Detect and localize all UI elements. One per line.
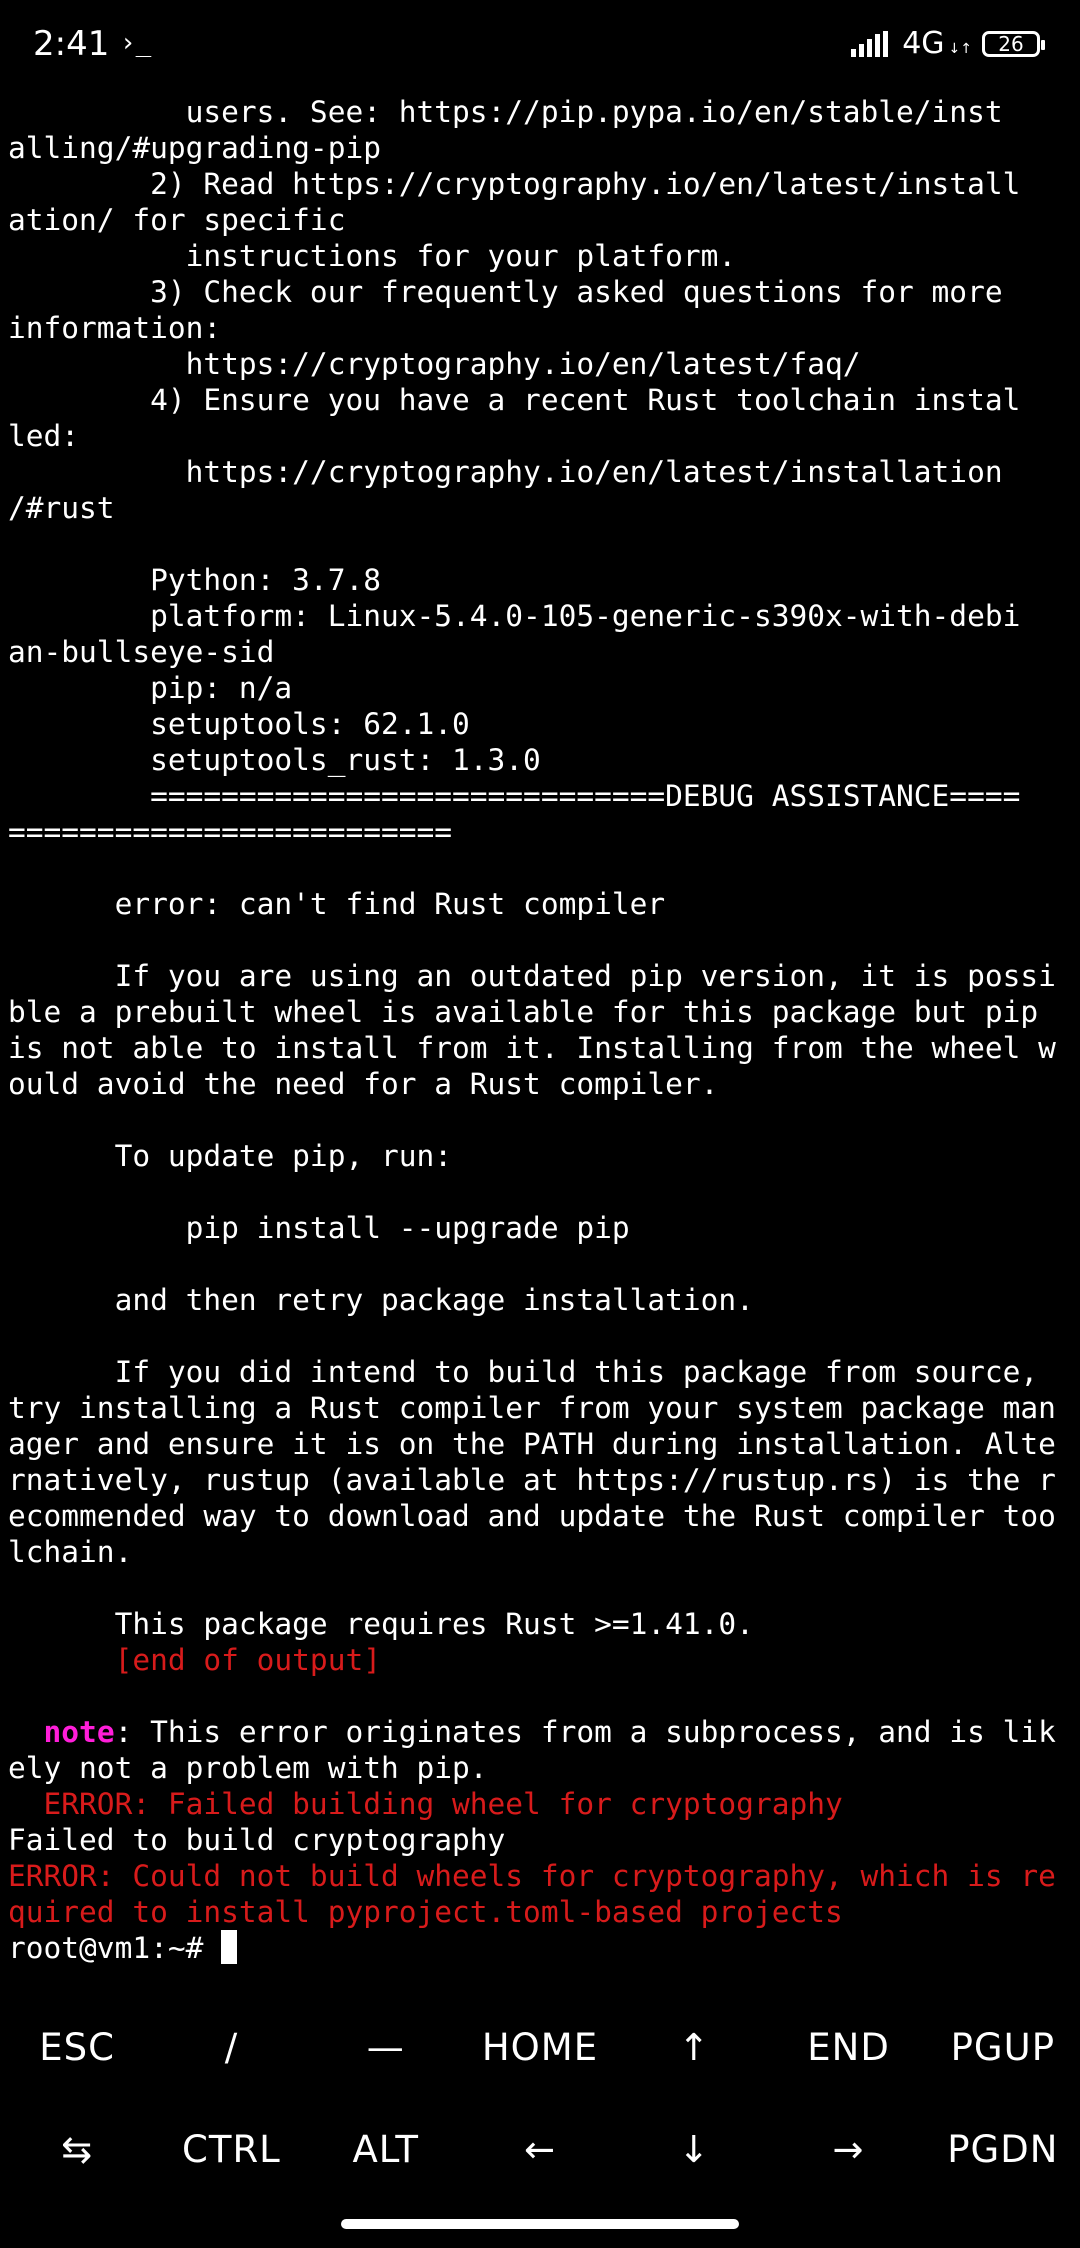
key-alt-button[interactable]: ALT [309,2098,463,2200]
terminal-line: Failed to build cryptography [8,1823,506,1857]
terminal-line: note: This error originates from a subpr… [8,1714,1074,1750]
extra-keys-row-2: ⇆ CTRL ALT ← ↓ → PGDN [0,2098,1080,2200]
note-label: note [43,1715,115,1749]
terminal-line: =============================DEBUG ASSIS… [8,779,1021,813]
terminal-line: This package requires Rust >=1.41.0. [8,1607,754,1641]
terminal-line: ERROR: Could not build wheels for crypto… [8,1859,1056,1893]
terminal-line: information: [8,311,222,345]
home-gesture-bar[interactable] [341,2219,739,2229]
signal-strength-icon [851,30,889,57]
network-type-label: 4G [902,26,945,61]
terminal-line: To update pip, run: [8,1139,453,1173]
terminal-notification-icon: ›_ [120,28,152,58]
terminal-line: is not able to install from it. Installi… [8,1031,1056,1065]
terminal-line: ========================= [8,815,453,849]
terminal-line: platform: Linux-5.4.0-105-generic-s390x-… [8,599,1021,633]
terminal-output[interactable]: users. See: https://pip.pypa.io/en/stabl… [8,94,1074,1966]
key-pgdn-button[interactable]: PGDN [926,2098,1080,2200]
battery-level: 26 [998,31,1024,56]
battery-icon: 26 [982,30,1045,57]
prompt-line[interactable]: root@vm1:~# [8,1930,1074,1966]
terminal-line: ation/ for specific [8,203,346,237]
terminal-line: users. See: https://pip.pypa.io/en/stabl… [8,95,1003,129]
key-left-arrow-button[interactable]: ← [463,2098,617,2200]
terminal-line: Python: 3.7.8 [8,563,381,597]
terminal-line: ERROR: Failed building wheel for cryptog… [8,1787,843,1821]
terminal-line: an-bullseye-sid [8,635,275,669]
terminal-line: 2) Read https://cryptography.io/en/lates… [8,167,1021,201]
terminal-line: pip: n/a [8,671,293,705]
terminal-line: ecommended way to download and update th… [8,1499,1056,1533]
key-right-arrow-button[interactable]: → [771,2098,925,2200]
status-time: 2:41 [33,24,110,64]
terminal-line: 4) Ensure you have a recent Rust toolcha… [8,383,1021,417]
terminal-line: 3) Check our frequently asked questions … [8,275,1003,309]
terminal-line: setuptools: 62.1.0 [8,707,470,741]
extra-keys-row-1: ESC / — HOME ↑ END PGUP [0,1996,1080,2098]
terminal-line: If you did intend to build this package … [8,1355,1039,1389]
key-esc-button[interactable]: ESC [0,1996,154,2098]
terminal-line: quired to install pyproject.toml-based p… [8,1895,843,1929]
terminal-line: https://cryptography.io/en/latest/faq/ [8,347,861,381]
extra-keys-bar: ESC / — HOME ↑ END PGUP ⇆ CTRL ALT ← ↓ → PGDN [0,1996,1080,2200]
data-activity-icon: ↓↑ [948,40,972,57]
terminal-line: ble a prebuilt wheel is available for th… [8,995,1039,1029]
terminal-line: led: [8,419,80,453]
key-ctrl-button[interactable]: CTRL [154,2098,308,2200]
status-bar: 2:41 ›_ 4G ↓↑ 26 [0,0,1080,92]
key-end-button[interactable]: END [771,1996,925,2098]
key-pgup-button[interactable]: PGUP [926,1996,1080,2098]
text-cursor [221,1930,238,1964]
terminal-line: ould avoid the need for a Rust compiler. [8,1067,719,1101]
terminal-line: rnatively, rustup (available at https://… [8,1463,1056,1497]
key-slash-button[interactable]: / [154,1996,308,2098]
terminal-line: ely not a problem with pip. [8,1751,488,1785]
terminal-line: pip install --upgrade pip [8,1211,630,1245]
terminal-line: instructions for your platform. [8,239,737,273]
terminal-line: lchain. [8,1535,133,1569]
terminal-line: alling/#upgrading-pip [8,131,381,165]
terminal-text: : This error originates from a subproces… [114,1715,1056,1749]
terminal-line: /#rust [8,491,115,525]
terminal-line: ager and ensure it is on the PATH during… [8,1427,1056,1461]
key-tab-button[interactable]: ⇆ [0,2098,154,2200]
terminal-line: error: can't find Rust compiler [8,887,666,921]
shell-prompt: root@vm1:~# [8,1931,222,1965]
key-home-button[interactable]: HOME [463,1996,617,2098]
status-indicators: 4G ↓↑ 26 [851,26,1045,61]
key-dash-button[interactable]: — [309,1996,463,2098]
terminal-line: setuptools_rust: 1.3.0 [8,743,541,777]
terminal-line: try installing a Rust compiler from your… [8,1391,1056,1425]
key-down-arrow-button[interactable]: ↓ [617,2098,771,2200]
terminal-line: https://cryptography.io/en/latest/instal… [8,455,1003,489]
terminal-line: If you are using an outdated pip version… [8,959,1056,993]
terminal-line: and then retry package installation. [8,1283,754,1317]
terminal-line: [end of output] [8,1643,381,1677]
key-up-arrow-button[interactable]: ↑ [617,1996,771,2098]
